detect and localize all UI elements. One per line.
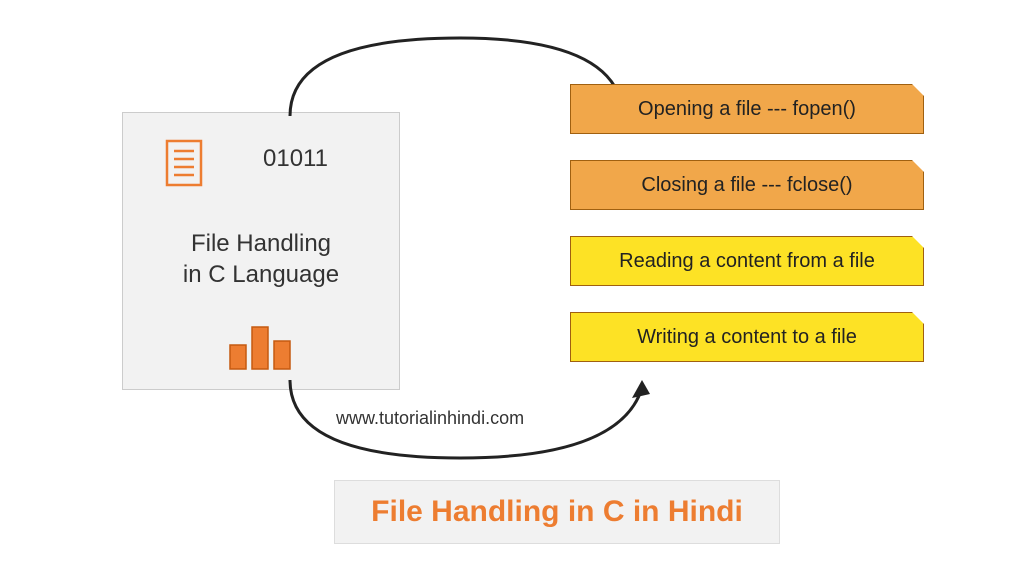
footer-title: File Handling in C in Hindi — [371, 495, 743, 529]
title-line-2: in C Language — [183, 261, 339, 288]
operation-label: Writing a content to a file — [637, 326, 857, 349]
document-icon — [163, 139, 205, 192]
footer-title-box: File Handling in C in Hindi — [334, 480, 780, 544]
website-url: www.tutorialinhindi.com — [336, 408, 524, 429]
operation-box-read: Reading a content from a file — [570, 236, 924, 286]
main-info-box: 01011 File Handling in C Language — [122, 112, 400, 390]
main-title: File Handling in C Language — [123, 228, 399, 290]
operation-box-close: Closing a file --- fclose() — [570, 160, 924, 210]
operation-label: Reading a content from a file — [619, 250, 875, 273]
operation-box-open: Opening a file --- fopen() — [570, 84, 924, 134]
title-line-1: File Handling — [191, 230, 331, 257]
operation-box-write: Writing a content to a file — [570, 312, 924, 362]
binary-code-text: 01011 — [263, 145, 328, 173]
operation-label: Opening a file --- fopen() — [638, 98, 856, 121]
operation-label: Closing a file --- fclose() — [641, 174, 852, 197]
